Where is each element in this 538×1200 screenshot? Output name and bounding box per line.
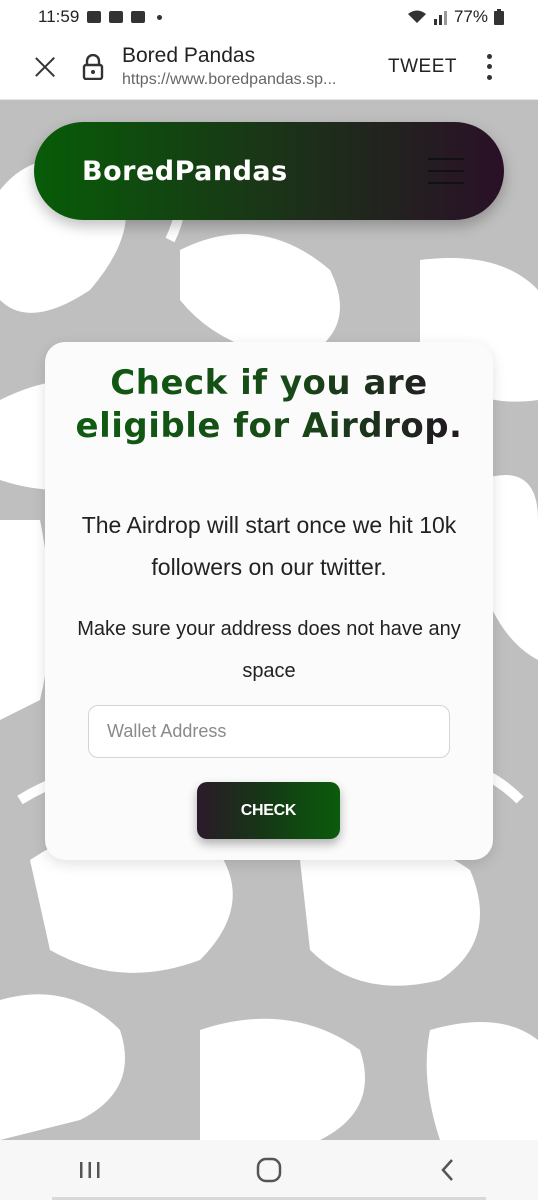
check-button[interactable]: CHECK (197, 782, 340, 839)
gallery-icon (87, 11, 102, 23)
page-title: Bored Pandas (122, 43, 256, 67)
battery-icon (494, 9, 504, 25)
more-vert-icon[interactable] (487, 53, 493, 80)
status-time: 11:59 (38, 7, 80, 26)
signal-icon (433, 11, 447, 25)
dot-icon (157, 14, 163, 20)
wifi-icon (407, 10, 426, 23)
close-icon[interactable] (32, 54, 58, 80)
browser-toolbar: Bored Pandas https://www.boredpandas.sp.… (0, 34, 538, 100)
card-note: Make sure your address does not have any… (77, 618, 461, 682)
discord-icon (131, 11, 146, 23)
site-navbar: BoredPandas (34, 122, 504, 220)
status-bar: 11:59 77% (0, 0, 538, 34)
page-title-block[interactable]: Bored Pandas https://www.boredpandas.sp.… (122, 43, 372, 91)
hamburger-icon[interactable] (428, 158, 464, 184)
page-url: https://www.boredpandas.sp... (122, 70, 337, 88)
recents-icon[interactable] (70, 1150, 110, 1190)
tweet-button[interactable]: TWEET (388, 56, 457, 78)
system-nav-bar (0, 1140, 538, 1200)
airdrop-card: Check if you are eligible for Airdrop. T… (45, 342, 493, 860)
card-subtitle: The Airdrop will start once we hit 10k f… (81, 512, 457, 580)
home-icon[interactable] (249, 1150, 289, 1190)
site-logo[interactable]: BoredPandas (82, 156, 288, 187)
status-left: 11:59 (38, 7, 163, 27)
web-page: BoredPandas Check if you are eligible fo… (0, 100, 538, 1140)
back-icon[interactable] (428, 1150, 468, 1190)
battery-percentage: 77% (453, 7, 488, 26)
status-right: 77% (406, 7, 504, 27)
wallet-address-input[interactable] (88, 705, 450, 758)
lock-icon[interactable] (82, 53, 104, 80)
discord-icon (109, 11, 124, 23)
card-title: Check if you are eligible for Airdrop. (65, 362, 473, 448)
